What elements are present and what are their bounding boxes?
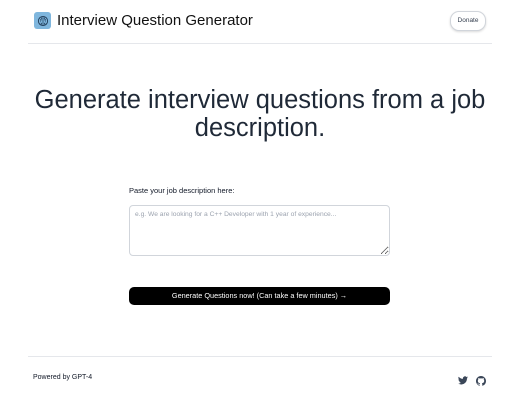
donate-button[interactable]: Donate (450, 11, 486, 31)
twitter-icon[interactable] (457, 375, 468, 386)
job-description-label: Paste your job description here: (129, 186, 235, 195)
page-headline: Generate interview questions from a job … (34, 86, 486, 142)
powered-by-text: Powered by GPT-4 (33, 374, 93, 381)
brain-icon[interactable] (34, 12, 51, 29)
job-description-input[interactable] (129, 205, 390, 256)
header: Interview Question Generator Donate (28, 0, 492, 44)
footer: Powered by GPT-4 (28, 356, 492, 397)
generate-questions-button[interactable]: Generate Questions now! (Can take a few … (129, 287, 390, 305)
app-title[interactable]: Interview Question Generator (57, 11, 253, 31)
page: Interview Question Generator Donate Gene… (0, 0, 520, 397)
github-icon[interactable] (475, 375, 486, 386)
